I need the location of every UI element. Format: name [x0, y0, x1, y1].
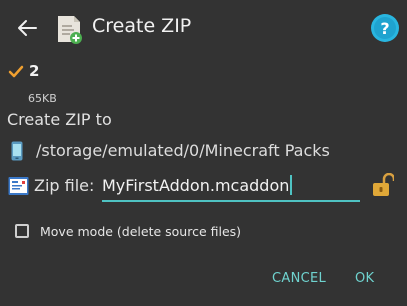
- create-zip-dialog: Create ZIP ? 2 65KB Create ZIP to /stora…: [0, 0, 407, 306]
- zip-file-icon: [8, 177, 29, 195]
- help-icon[interactable]: ?: [370, 13, 400, 43]
- zip-app-icon: [58, 16, 82, 44]
- phone-storage-icon: [11, 141, 23, 161]
- back-arrow-icon[interactable]: [16, 17, 38, 39]
- dialog-title: Create ZIP: [92, 15, 192, 37]
- move-mode-checkbox[interactable]: [15, 224, 29, 238]
- selected-size: 65KB: [28, 92, 57, 105]
- create-zip-to-label: Create ZIP to: [7, 110, 112, 129]
- svg-text:?: ?: [380, 19, 389, 38]
- cancel-button[interactable]: CANCEL: [272, 271, 326, 286]
- zip-file-label: Zip file:: [34, 176, 95, 195]
- dialog-header: Create ZIP ?: [0, 0, 407, 56]
- move-mode-label[interactable]: Move mode (delete source files): [40, 224, 241, 239]
- unlocked-icon[interactable]: [372, 173, 394, 197]
- checkmark-icon: [8, 65, 24, 78]
- destination-path[interactable]: /storage/emulated/0/Minecraft Packs: [36, 141, 330, 160]
- ok-button[interactable]: OK: [355, 271, 374, 286]
- selected-count: 2: [29, 62, 40, 80]
- zip-file-input[interactable]: [102, 172, 360, 202]
